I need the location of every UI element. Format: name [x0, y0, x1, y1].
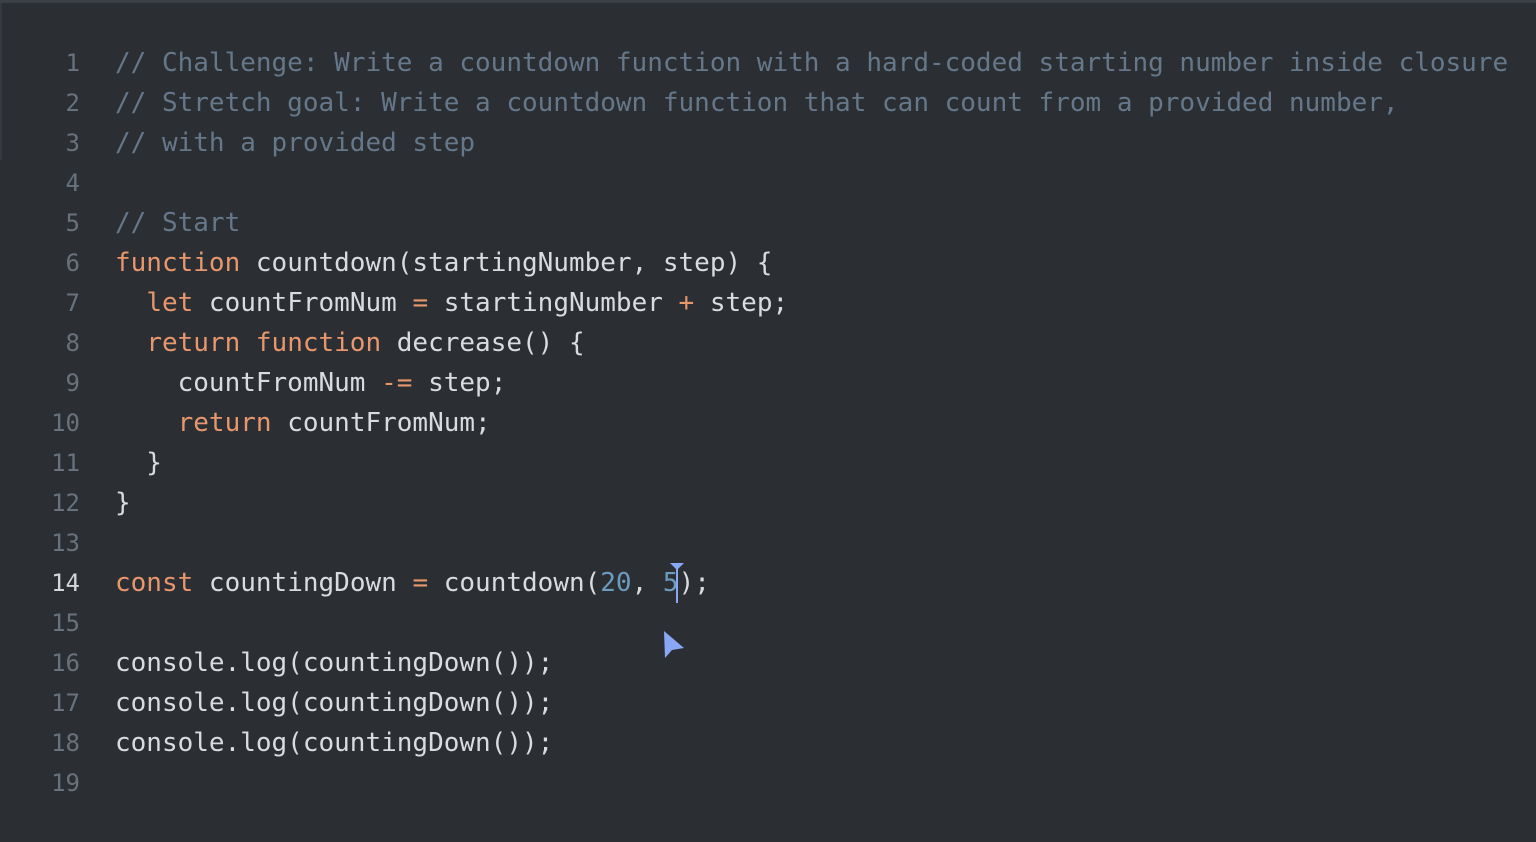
token-op: + — [678, 288, 695, 318]
line-number: 9 — [65, 369, 80, 397]
line-number: 19 — [51, 769, 80, 797]
line-code: } — [115, 443, 162, 483]
token-text: startingNumber — [428, 288, 679, 318]
token-kw: let — [146, 288, 194, 318]
token-comment: // with a provided step — [115, 128, 476, 158]
line-number: 2 — [65, 89, 80, 117]
line-code: console.log(countingDown()); — [115, 723, 553, 763]
token-text: countingDown — [193, 568, 413, 598]
line-number: 14 — [51, 569, 80, 597]
line-number: 13 — [51, 529, 80, 557]
token-text: countFromNum; — [271, 408, 491, 438]
token-text: ); — [678, 568, 710, 598]
token-comment: // Start — [115, 208, 241, 238]
line-code: console.log(countingDown()); — [115, 643, 553, 683]
token-text: } — [115, 448, 162, 478]
line-number: 12 — [51, 489, 80, 517]
line-number: 4 — [65, 169, 80, 197]
line-code: // Challenge: Write a countdown function… — [115, 43, 1508, 83]
token-text: console.log(countingDown()); — [115, 728, 554, 758]
token-num: 20 — [600, 568, 632, 598]
line-code: } — [115, 483, 131, 523]
line-code: let countFromNum = startingNumber + step… — [115, 283, 788, 323]
line-number: 8 — [65, 329, 80, 357]
token-text: } — [115, 488, 131, 518]
line-code: const countingDown = countdown(20, 5); — [115, 563, 710, 603]
line-number: 11 — [51, 449, 80, 477]
token-text: step; — [694, 288, 789, 318]
token-text: console.log(countingDown()); — [115, 648, 554, 678]
token-op: -= — [381, 368, 413, 398]
token-text: countFromNum — [115, 368, 382, 398]
line-code: // Stretch goal: Write a countdown funct… — [115, 83, 1399, 123]
token-text: countdown( — [428, 568, 601, 598]
token-kw: const — [115, 568, 194, 598]
token-op: = — [412, 568, 429, 598]
line-number: 6 — [65, 249, 80, 277]
mouse-pointer-icon — [664, 631, 684, 658]
token-comment: // Stretch goal: Write a countdown funct… — [115, 88, 1399, 118]
window-top-border — [0, 0, 1536, 3]
line-code: return countFromNum; — [115, 403, 491, 443]
token-kw: function — [115, 248, 241, 278]
token-text: countFromNum — [193, 288, 413, 318]
line-number: 3 — [65, 129, 80, 157]
line-code: countFromNum -= step; — [115, 363, 507, 403]
token-comment: // Challenge: Write a countdown function… — [115, 48, 1509, 78]
token-text: decrease() { — [381, 328, 585, 358]
token-text: step; — [412, 368, 507, 398]
token-text: , — [631, 568, 663, 598]
token-text: countdown(startingNumber, step) { — [240, 248, 773, 278]
line-number: 15 — [51, 609, 80, 637]
line-number: 16 — [51, 649, 80, 677]
line-number: 5 — [65, 209, 80, 237]
line-number: 17 — [51, 689, 80, 717]
line-number: 1 — [65, 49, 80, 77]
line-number: 18 — [51, 729, 80, 757]
line-code: return function decrease() { — [115, 323, 585, 363]
line-code: // with a provided step — [115, 123, 475, 163]
token-kw: function — [255, 328, 382, 358]
line-code: console.log(countingDown()); — [115, 683, 553, 723]
text-caret — [676, 567, 678, 603]
line-code: function countdown(startingNumber, step)… — [115, 243, 772, 283]
line-number: 7 — [65, 289, 80, 317]
line-code: // Start — [115, 203, 240, 243]
token-kw: return — [177, 408, 272, 438]
line-number: 10 — [51, 409, 80, 437]
token-text: console.log(countingDown()); — [115, 688, 554, 718]
token-kw: return — [146, 328, 241, 358]
token-op: = — [412, 288, 429, 318]
